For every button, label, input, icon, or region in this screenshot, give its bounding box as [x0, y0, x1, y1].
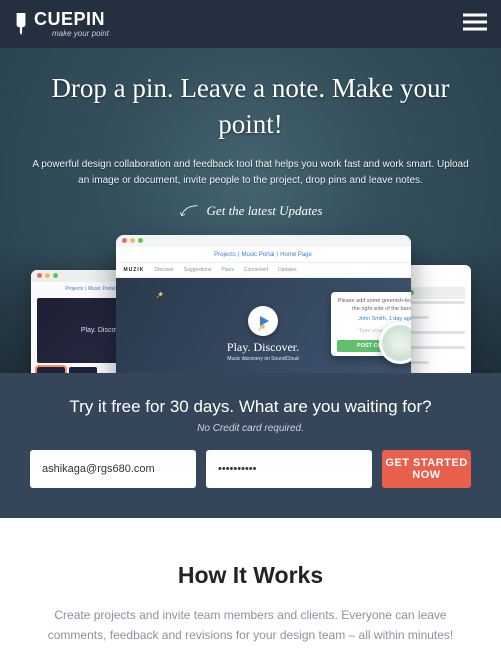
password-field[interactable] — [206, 450, 372, 488]
cta-heading: Try it free for 30 days. What are you wa… — [30, 397, 471, 417]
preview-breadcrumbs-main: Projects ⟩ Music Portal ⟩ Home Page — [116, 247, 411, 263]
preview-nav-item: Discover — [154, 267, 173, 273]
how-text: Create projects and invite team members … — [41, 605, 461, 646]
brand-logo[interactable]: CUEPIN make your point — [14, 10, 109, 38]
app-preview: Projects ⟩ Music Portal - with Mike Play… — [31, 229, 471, 373]
email-field[interactable] — [30, 450, 196, 488]
updates-label: Get the latest Updates — [207, 203, 323, 219]
curved-arrow-icon — [179, 204, 199, 218]
hero-section: Drop a pin. Leave a note. Make your poin… — [0, 48, 501, 373]
pin-icon — [154, 290, 164, 300]
cta-section: Try it free for 30 days. What are you wa… — [0, 373, 501, 518]
pin-icon — [256, 322, 266, 332]
preview-nav-item: Plans — [221, 267, 234, 273]
preview-comment-text: Please add some greenish-teal color to t… — [337, 298, 411, 313]
preview-nav-item: Suggestions — [184, 267, 212, 273]
preview-hero-title: Play. Discover. — [227, 340, 299, 355]
get-started-button[interactable]: GET STARTED NOW — [382, 450, 471, 488]
app-header: CUEPIN make your point — [0, 0, 501, 48]
how-section: How It Works Create projects and invite … — [0, 518, 501, 666]
preview-app-brand: MUZIK — [124, 267, 145, 273]
preview-nav-item: Connected — [244, 267, 268, 273]
updates-link[interactable]: Get the latest Updates — [18, 203, 483, 219]
how-heading: How It Works — [30, 562, 471, 589]
pin-logo-icon — [14, 13, 28, 35]
hamburger-icon — [463, 13, 487, 31]
brand-name: CUEPIN — [34, 10, 109, 28]
preview-main-window: Projects ⟩ Music Portal ⟩ Home Page MUZI… — [116, 235, 411, 373]
preview-nav-item: Updates — [278, 267, 297, 273]
magnifier-icon — [379, 322, 411, 364]
brand-tagline: make your point — [52, 30, 109, 38]
menu-button[interactable] — [463, 13, 487, 36]
cta-sub: No Credit card required. — [30, 423, 471, 434]
hero-title: Drop a pin. Leave a note. Make your poin… — [18, 70, 483, 143]
preview-hero-sub: Music discovery on SoundCloud — [227, 356, 298, 362]
hero-subtitle: A powerful design collaboration and feed… — [31, 157, 471, 189]
